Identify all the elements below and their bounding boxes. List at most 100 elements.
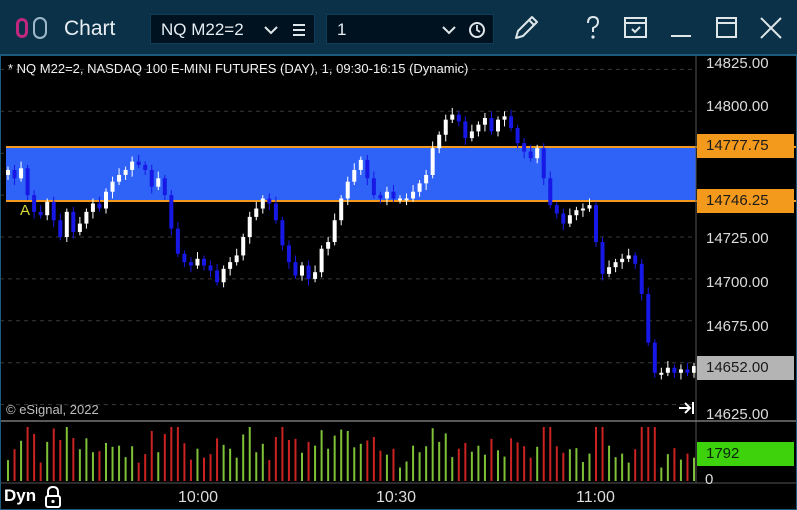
dynamic-mode-label[interactable]: Dyn xyxy=(4,486,36,506)
time-label: 10:00 xyxy=(178,489,219,506)
candle-body xyxy=(548,178,553,206)
candle-body xyxy=(188,262,193,266)
candle-body xyxy=(496,119,500,132)
symbol-select[interactable]: NQ M22=2 xyxy=(150,14,315,44)
clock-icon[interactable] xyxy=(467,15,487,45)
interval-select[interactable]: 1 xyxy=(326,14,494,44)
scroll-to-end-icon[interactable] xyxy=(678,401,696,415)
candle-body xyxy=(25,168,30,196)
candle-body xyxy=(371,178,376,196)
price-label: 14625.00 xyxy=(706,406,769,423)
band-lower-badge: 14746.25 xyxy=(697,189,794,213)
candle-body xyxy=(626,255,631,259)
chevron-down-icon[interactable] xyxy=(439,15,459,45)
candle-body xyxy=(175,228,180,254)
candle-body xyxy=(437,134,442,149)
volume-badge: 1792 xyxy=(697,442,794,466)
chevron-down-icon[interactable] xyxy=(261,15,281,45)
candle-body xyxy=(424,174,429,184)
chart-marker[interactable]: A xyxy=(20,202,30,219)
candle-body xyxy=(228,262,233,269)
maximize-icon[interactable] xyxy=(710,12,742,44)
candle-body xyxy=(12,169,17,179)
candle-body xyxy=(286,245,291,263)
lock-icon[interactable] xyxy=(44,486,62,508)
candle-body xyxy=(522,143,527,152)
price-label: 14825.00 xyxy=(706,55,769,72)
candle-body xyxy=(665,367,670,373)
candle-body xyxy=(149,169,154,187)
candle-body xyxy=(306,265,311,279)
pencil-icon[interactable] xyxy=(510,12,542,44)
price-label: 14675.00 xyxy=(706,318,769,335)
candle-body xyxy=(384,191,389,199)
candle-body xyxy=(97,203,102,209)
candle-body xyxy=(345,181,350,199)
candle-body xyxy=(51,201,56,221)
candle-body xyxy=(32,195,37,212)
app-logo-icon xyxy=(16,17,47,39)
candle-body xyxy=(678,369,683,373)
candle-body xyxy=(613,262,618,268)
candle-body xyxy=(554,205,559,214)
candle-body xyxy=(450,114,455,120)
price-chart[interactable] xyxy=(0,55,797,510)
candle-body xyxy=(652,342,657,373)
candle-body xyxy=(136,161,141,165)
candle-body xyxy=(639,263,644,294)
time-label: 10:30 xyxy=(376,489,417,506)
candle-body xyxy=(404,198,409,201)
candle-body xyxy=(326,242,331,249)
candle-body xyxy=(574,210,579,216)
volume-zero-label: 0 xyxy=(705,471,714,488)
candle-body xyxy=(430,148,435,175)
chart-area[interactable]: * NQ M22=2, NASDAQ 100 E-MINI FUTURES (D… xyxy=(0,55,797,510)
window-title: Chart xyxy=(64,17,116,40)
candle-body xyxy=(45,201,50,216)
candle-body xyxy=(71,211,76,232)
candle-body xyxy=(234,255,239,263)
copyright-text: © eSignal, 2022 xyxy=(6,402,99,417)
candle-body xyxy=(358,159,363,170)
candle-body xyxy=(411,191,416,199)
band-upper-badge: 14777.75 xyxy=(697,134,794,158)
price-label: 14800.00 xyxy=(706,98,769,115)
candle-body xyxy=(77,223,82,232)
candle-body xyxy=(489,117,494,132)
candle-body xyxy=(620,258,625,263)
candle-body xyxy=(561,213,566,224)
time-label: 11:00 xyxy=(576,489,615,506)
candle-body xyxy=(417,183,422,192)
help-icon[interactable] xyxy=(577,12,609,44)
save-layout-icon[interactable] xyxy=(620,12,652,44)
candle-body xyxy=(64,211,69,237)
candle-body xyxy=(646,293,651,343)
candle-body xyxy=(580,208,585,211)
candle-body xyxy=(685,369,690,373)
candle-body xyxy=(352,169,357,182)
price-band xyxy=(6,147,696,201)
candle-body xyxy=(378,195,383,199)
interval-value: 1 xyxy=(337,20,347,39)
price-label: 14725.00 xyxy=(706,230,769,247)
minimize-icon[interactable] xyxy=(665,12,697,44)
candle-body xyxy=(6,169,10,175)
candle-body xyxy=(156,178,161,187)
candle-body xyxy=(541,148,546,179)
candle-body xyxy=(482,117,487,125)
candle-body xyxy=(169,195,174,229)
candle-body xyxy=(123,169,128,175)
candle-body xyxy=(515,128,520,144)
candle-body xyxy=(509,116,514,129)
candle-body xyxy=(672,367,677,373)
candle-body xyxy=(162,178,167,196)
candle-body xyxy=(476,124,481,132)
candle-body xyxy=(19,168,24,179)
candle-body xyxy=(607,267,612,274)
close-icon[interactable] xyxy=(755,12,787,44)
candle-body xyxy=(443,119,448,135)
candle-body xyxy=(117,174,122,182)
list-icon[interactable] xyxy=(289,15,309,45)
candle-body xyxy=(456,114,461,122)
candle-body xyxy=(319,248,324,273)
